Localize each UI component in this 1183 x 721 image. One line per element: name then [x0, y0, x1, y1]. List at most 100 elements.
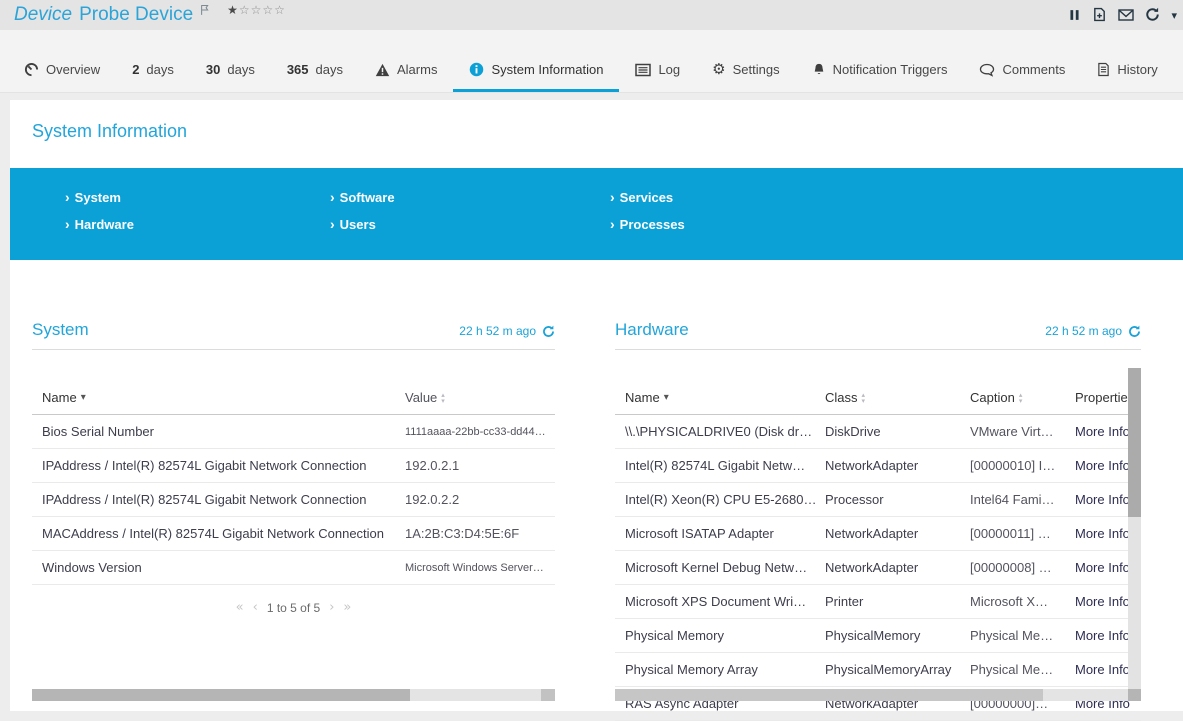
- row-caption: [00000008] …: [970, 560, 1052, 575]
- header-actions: ▾: [1068, 7, 1177, 22]
- table-row[interactable]: IPAddress / Intel(R) 82574L Gigabit Netw…: [32, 483, 555, 517]
- system-horizontal-scrollbar[interactable]: [32, 689, 555, 701]
- row-caption: VMware Virt…: [970, 424, 1054, 439]
- vertical-scrollbar-thumb[interactable]: [1128, 368, 1141, 517]
- system-col-value[interactable]: Value ▴ ▾: [405, 390, 555, 405]
- row-name: Intel(R) 82574L Gigabit Netw…: [625, 458, 806, 473]
- scrollbar-end-button[interactable]: [541, 689, 555, 701]
- hardware-col-name[interactable]: Name ▾: [625, 390, 825, 405]
- refresh-icon[interactable]: [1145, 7, 1160, 22]
- page-title-card: System Information: [10, 100, 1183, 168]
- hardware-col-caption[interactable]: Caption ▴ ▾: [970, 390, 1075, 405]
- table-row[interactable]: \\.\PHYSICALDRIVE0 (Disk dr… DiskDrive V…: [615, 415, 1141, 449]
- system-table-header: Name ▾ Value ▴ ▾: [32, 390, 555, 415]
- gauge-icon: [24, 62, 39, 77]
- quicklink-processes[interactable]: › Processes: [610, 217, 685, 232]
- quicklinks-column-2: › Software › Users: [330, 190, 395, 232]
- system-col-name[interactable]: Name ▾: [42, 390, 405, 405]
- tab-system-information[interactable]: System Information: [453, 62, 620, 92]
- row-name: Physical Memory: [625, 628, 724, 643]
- row-value: Microsoft Windows Server…: [405, 561, 544, 574]
- tab-alarms[interactable]: Alarms: [359, 62, 453, 92]
- tab-overview[interactable]: Overview: [8, 62, 116, 92]
- horizontal-scrollbar-thumb[interactable]: [32, 689, 410, 701]
- quicklink-label: Software: [339, 190, 395, 205]
- email-icon[interactable]: [1118, 8, 1135, 22]
- tab-label: days: [227, 62, 255, 77]
- page-prev-button[interactable]: ‹: [253, 600, 258, 615]
- chevron-right-icon: ›: [330, 189, 335, 205]
- row-name: Microsoft Kernel Debug Netw…: [625, 560, 808, 575]
- quicklinks-column-3: › Services › Processes: [610, 190, 685, 232]
- horizontal-scrollbar-thumb[interactable]: [615, 689, 1043, 701]
- bell-icon: [812, 62, 826, 77]
- tab-label: History: [1117, 62, 1158, 77]
- row-caption: [00000011] …: [970, 526, 1051, 541]
- info-circle-icon: [469, 62, 484, 77]
- quicklink-users[interactable]: › Users: [330, 217, 395, 232]
- table-row[interactable]: Intel(R) Xeon(R) CPU E5-2680… Processor …: [615, 483, 1141, 517]
- quicklinks-band: › System › Hardware › Software › Users › Serv…: [10, 168, 1183, 260]
- quicklink-system[interactable]: › System: [65, 190, 134, 205]
- chevron-right-icon: ›: [65, 216, 70, 232]
- tab-label: days: [146, 62, 174, 77]
- hardware-vertical-scrollbar[interactable]: [1128, 368, 1141, 689]
- tab-notification-triggers[interactable]: Notification Triggers: [796, 62, 964, 92]
- hardware-table-header: Name ▾ Class ▴ ▾ Caption ▴ ▾ Properties: [615, 390, 1141, 415]
- row-class: PhysicalMemory: [825, 628, 921, 643]
- star-filled-icon[interactable]: ★: [227, 3, 239, 17]
- tabs: Overview 2 days 30 days 365 days Alarms …: [8, 62, 1174, 92]
- table-row[interactable]: Microsoft Kernel Debug Netw… NetworkAdap…: [615, 551, 1141, 585]
- header-menu-caret-icon[interactable]: ▾: [1171, 9, 1177, 22]
- table-row[interactable]: Microsoft XPS Document Wri… Printer Micr…: [615, 585, 1141, 619]
- row-caption: Microsoft X…: [970, 594, 1049, 609]
- priority-rating[interactable]: ★☆☆☆☆: [227, 3, 286, 17]
- pause-icon[interactable]: [1068, 8, 1081, 22]
- quicklink-hardware[interactable]: › Hardware: [65, 217, 134, 232]
- tab-2-days[interactable]: 2 days: [116, 62, 190, 92]
- table-row[interactable]: Physical Memory PhysicalMemory Physical …: [615, 619, 1141, 653]
- quicklink-software[interactable]: › Software: [330, 190, 395, 205]
- table-row[interactable]: Physical Memory Array PhysicalMemoryArra…: [615, 653, 1141, 687]
- column-label: Properties: [1075, 390, 1135, 405]
- clone-device-icon[interactable]: [1092, 7, 1107, 22]
- chevron-right-icon: ›: [330, 216, 335, 232]
- system-pagination: « ‹ 1 to 5 of 5 › »: [32, 600, 555, 615]
- table-row[interactable]: Microsoft ISATAP Adapter NetworkAdapter …: [615, 517, 1141, 551]
- table-row[interactable]: IPAddress / Intel(R) 82574L Gigabit Netw…: [32, 449, 555, 483]
- hardware-col-class[interactable]: Class ▴ ▾: [825, 390, 970, 405]
- refresh-icon[interactable]: [542, 325, 555, 338]
- tab-bar: Overview 2 days 30 days 365 days Alarms …: [0, 30, 1183, 93]
- page-first-button[interactable]: «: [236, 600, 244, 615]
- quicklink-services[interactable]: › Services: [610, 190, 685, 205]
- row-name: IPAddress / Intel(R) 82574L Gigabit Netw…: [42, 458, 367, 473]
- row-name: IPAddress / Intel(R) 82574L Gigabit Netw…: [42, 492, 367, 507]
- row-value: 1111aaaa-22bb-cc33-dd44…: [405, 425, 546, 438]
- tab-settings[interactable]: ⚙ Settings: [696, 62, 795, 92]
- hardware-horizontal-scrollbar[interactable]: [615, 689, 1128, 701]
- hardware-updated: 22 h 52 m ago: [1045, 324, 1141, 338]
- refresh-icon[interactable]: [1128, 325, 1141, 338]
- priority-flag-icon[interactable]: [199, 4, 211, 16]
- page-next-button[interactable]: ›: [329, 600, 334, 615]
- chevron-right-icon: ›: [65, 189, 70, 205]
- tab-365-days[interactable]: 365 days: [271, 62, 359, 92]
- tab-label: Comments: [1002, 62, 1066, 77]
- tab-comments[interactable]: Comments: [963, 62, 1081, 92]
- row-class: NetworkAdapter: [825, 526, 919, 541]
- table-row[interactable]: MACAddress / Intel(R) 82574L Gigabit Net…: [32, 517, 555, 551]
- tab-log[interactable]: Log: [619, 62, 696, 92]
- gear-icon: ⚙: [712, 60, 726, 78]
- quicklink-label: Users: [339, 217, 376, 232]
- page-last-button[interactable]: »: [343, 600, 351, 615]
- table-row[interactable]: Windows Version Microsoft Windows Server…: [32, 551, 555, 585]
- sort-desc-icon: ▾: [80, 392, 86, 403]
- page-title: System Information: [32, 121, 188, 141]
- star-empty-icons[interactable]: ☆☆☆☆: [239, 3, 286, 17]
- tab-30-days[interactable]: 30 days: [190, 62, 271, 92]
- table-row[interactable]: Bios Serial Number 1111aaaa-22bb-cc33-dd…: [32, 415, 555, 449]
- quicklink-label: Hardware: [74, 217, 134, 232]
- tab-label: Overview: [46, 62, 101, 77]
- table-row[interactable]: Intel(R) 82574L Gigabit Netw… NetworkAda…: [615, 449, 1141, 483]
- tab-history[interactable]: History: [1081, 62, 1173, 92]
